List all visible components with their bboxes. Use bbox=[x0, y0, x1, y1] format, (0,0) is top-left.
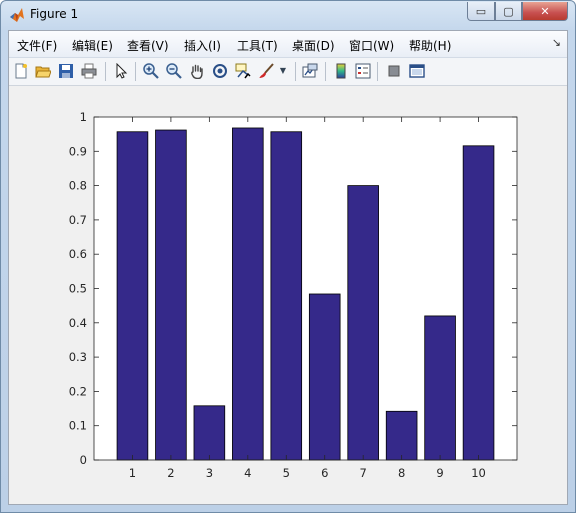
y-tick-label: 0.4 bbox=[69, 316, 87, 330]
x-tick-label: 5 bbox=[283, 466, 290, 480]
bar bbox=[347, 185, 379, 461]
legend-icon[interactable] bbox=[354, 62, 372, 80]
y-tick-label: 0.1 bbox=[69, 419, 87, 433]
menu-desktop[interactable]: 桌面(D) bbox=[292, 37, 335, 54]
x-tick-label: 8 bbox=[398, 466, 405, 480]
bar-chart[interactable]: 0 0.1 0.2 0.3 0.4 0.5 0.6 0.7 0.8 0.9 1 1 2 3 4 5 6 7 8 9 10 bbox=[9, 86, 567, 504]
pan-hand-icon[interactable] bbox=[188, 62, 206, 80]
open-file-icon[interactable] bbox=[34, 62, 52, 80]
new-figure-icon[interactable] bbox=[12, 62, 30, 80]
bar bbox=[232, 127, 264, 461]
minimize-button[interactable]: ▭ bbox=[467, 2, 495, 21]
menu-file[interactable]: 文件(F) bbox=[17, 37, 57, 54]
link-plot-icon[interactable] bbox=[301, 62, 319, 80]
close-icon: ✕ bbox=[540, 4, 550, 18]
toolbar-separator bbox=[325, 62, 326, 81]
bar bbox=[155, 129, 187, 461]
maximize-button[interactable]: ▢ bbox=[495, 2, 522, 21]
bar bbox=[308, 293, 341, 461]
x-tick-label: 3 bbox=[206, 466, 213, 480]
data-cursor-icon[interactable] bbox=[234, 62, 252, 80]
close-button[interactable]: ✕ bbox=[522, 2, 568, 21]
brush-icon[interactable] bbox=[257, 62, 275, 80]
menu-insert[interactable]: 插入(I) bbox=[184, 37, 221, 54]
toolbar-separator bbox=[377, 62, 378, 81]
toolbar-separator bbox=[295, 62, 296, 81]
menu-help[interactable]: 帮助(H) bbox=[409, 37, 451, 54]
y-tick-label: 0.5 bbox=[69, 282, 87, 296]
print-icon[interactable] bbox=[80, 62, 98, 80]
toolbar-separator bbox=[135, 62, 136, 81]
bar bbox=[116, 131, 149, 461]
y-tick-label: 0.9 bbox=[69, 144, 87, 158]
show-plot-tools-icon[interactable] bbox=[408, 62, 426, 80]
maximize-icon: ▢ bbox=[503, 4, 514, 18]
hide-plot-tools-icon[interactable] bbox=[385, 62, 403, 80]
rotate-3d-icon[interactable] bbox=[211, 62, 229, 80]
y-tick-label: 0.8 bbox=[69, 179, 87, 193]
brush-dropdown-icon[interactable]: ▼ bbox=[278, 62, 288, 80]
y-tick-label: 0.3 bbox=[69, 350, 87, 364]
menu-bar: 文件(F) 编辑(E) 查看(V) 插入(I) 工具(T) 桌面(D) 窗口(W… bbox=[9, 31, 567, 58]
menu-tools[interactable]: 工具(T) bbox=[237, 37, 278, 54]
title-bar[interactable]: Figure 1 ▭ ▢ ✕ bbox=[1, 1, 575, 30]
x-tick-label: 9 bbox=[436, 466, 443, 480]
bar bbox=[270, 131, 303, 461]
select-arrow-icon[interactable] bbox=[112, 62, 130, 80]
menu-edit[interactable]: 编辑(E) bbox=[72, 37, 113, 54]
y-tick-label: 1 bbox=[80, 110, 87, 124]
zoom-out-icon[interactable] bbox=[165, 62, 183, 80]
colorbar-icon[interactable] bbox=[332, 62, 350, 80]
y-tick-label: 0.7 bbox=[69, 213, 87, 227]
y-tick-label: 0.2 bbox=[69, 384, 87, 398]
y-tick-label: 0 bbox=[80, 453, 87, 467]
x-tick-label: 1 bbox=[129, 466, 136, 480]
matlab-logo-icon bbox=[10, 8, 24, 22]
zoom-in-icon[interactable] bbox=[142, 62, 160, 80]
x-tick-label: 4 bbox=[244, 466, 251, 480]
bar bbox=[462, 145, 495, 461]
x-tick-label: 10 bbox=[471, 466, 486, 480]
menu-view[interactable]: 查看(V) bbox=[127, 37, 169, 54]
x-tick-label: 7 bbox=[360, 466, 367, 480]
corner-arrow-icon[interactable]: ↘ bbox=[552, 36, 561, 49]
bar bbox=[424, 315, 456, 461]
window-title: Figure 1 bbox=[30, 7, 79, 21]
toolbar-separator bbox=[105, 62, 106, 81]
figure-client-area: 文件(F) 编辑(E) 查看(V) 插入(I) 工具(T) 桌面(D) 窗口(W… bbox=[8, 30, 568, 505]
y-tick-label: 0.6 bbox=[69, 247, 87, 261]
figure-canvas: 0 0.1 0.2 0.3 0.4 0.5 0.6 0.7 0.8 0.9 1 1 2 3 4 5 6 7 8 9 10 bbox=[9, 86, 567, 504]
x-tick-label: 2 bbox=[167, 466, 174, 480]
bar bbox=[385, 410, 418, 461]
x-tick-label: 6 bbox=[321, 466, 328, 480]
figure-toolbar: ▼ bbox=[9, 58, 567, 86]
minimize-icon: ▭ bbox=[475, 4, 487, 18]
bar bbox=[193, 405, 226, 461]
figure-window: Figure 1 ▭ ▢ ✕ 文件(F) 编辑(E) 查看(V) 插入(I) 工… bbox=[0, 0, 576, 513]
save-icon[interactable] bbox=[57, 62, 75, 80]
menu-window[interactable]: 窗口(W) bbox=[349, 37, 394, 54]
